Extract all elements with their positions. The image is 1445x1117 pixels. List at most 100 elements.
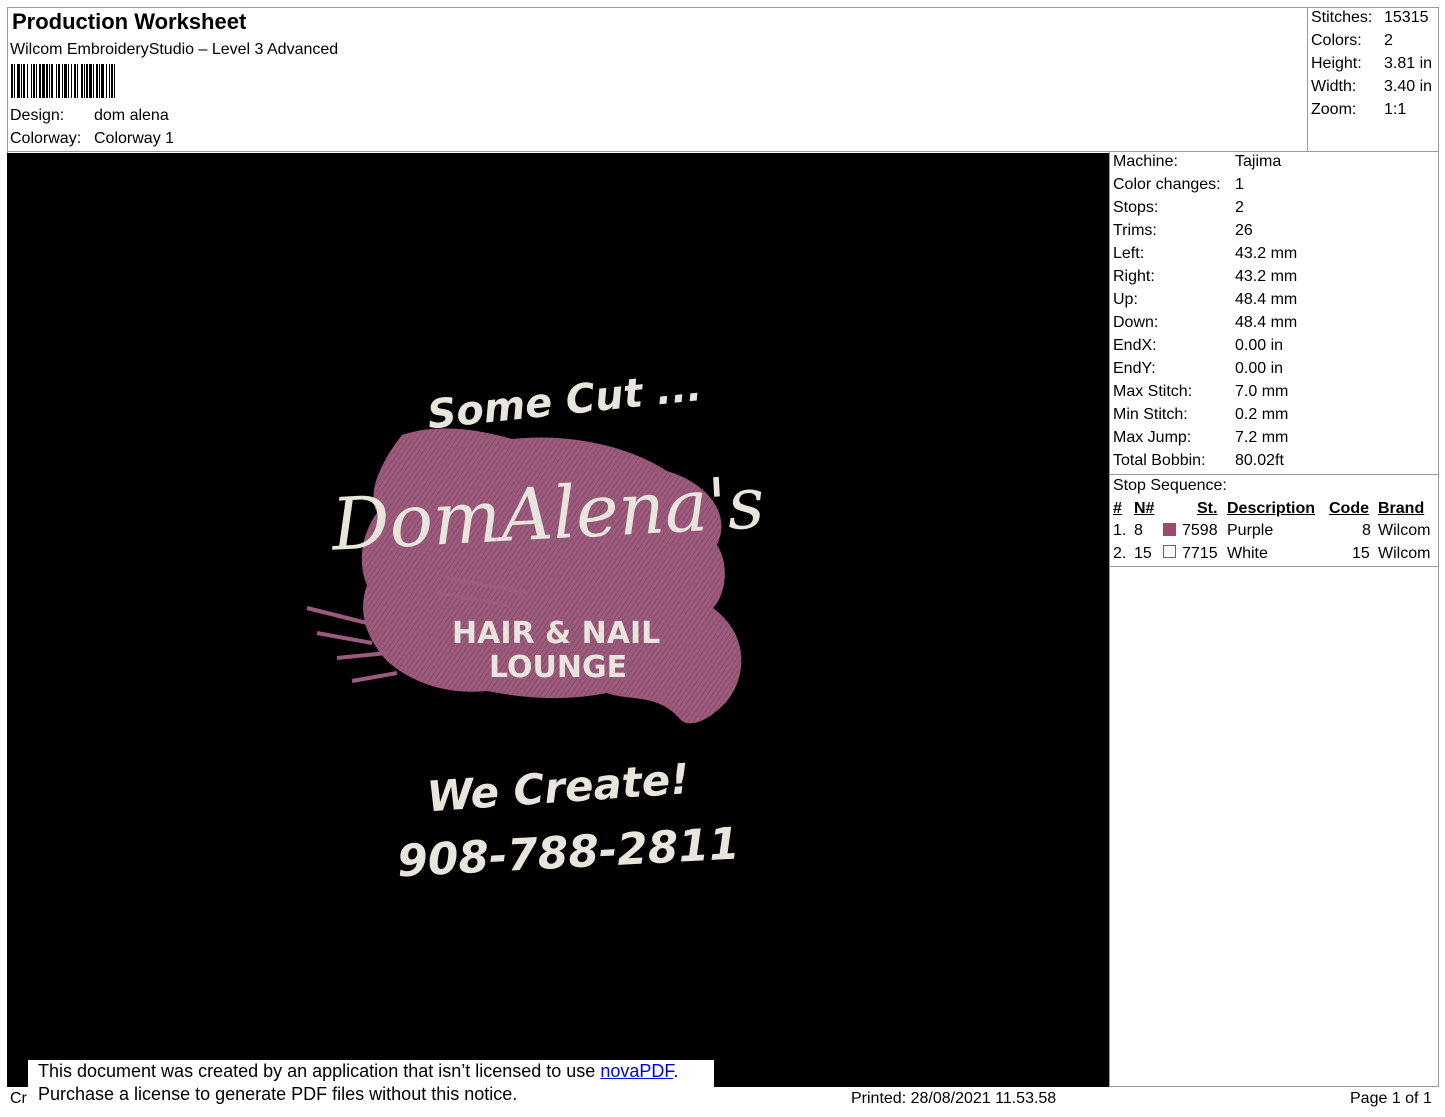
thread-color-swatch (1163, 523, 1176, 536)
machine-info-label: Trims: (1113, 222, 1157, 239)
machine-info-label: EndY: (1113, 360, 1156, 377)
design-preview: Some Cut ... DomAlena's HAIR & NAIL LOUN… (7, 153, 1109, 1087)
summary-stitches-value: 15315 (1384, 9, 1429, 26)
stop-row-st: 7715 (1182, 545, 1218, 562)
barcode-bar (86, 64, 88, 98)
machine-info-label: Left: (1113, 245, 1145, 262)
machine-info-value: 7.2 mm (1235, 429, 1289, 446)
barcode-bar (58, 64, 60, 98)
summary-width-label: Width: (1311, 78, 1357, 95)
summary-colors-label: Colors: (1311, 32, 1362, 49)
stop-row-n: 15 (1134, 545, 1152, 562)
summary-zoom-value: 1:1 (1384, 101, 1407, 118)
text-hair-nail: HAIR & NAIL (452, 616, 660, 651)
stops-divider (1109, 566, 1439, 567)
design-label: Design: (10, 107, 65, 124)
notice-prefix: This document was created by an applicat… (38, 1061, 601, 1081)
machine-info-value: 0.00 in (1235, 337, 1284, 354)
barcode-bar (51, 64, 53, 98)
barcode-bar (106, 64, 107, 98)
summary-height-value: 3.81 in (1384, 55, 1433, 72)
stop-row-num: 1. (1113, 522, 1127, 539)
design-value: dom alena (94, 107, 169, 124)
text-phone: 908-788-2811 (396, 818, 741, 887)
machine-info-value: 43.2 mm (1235, 268, 1298, 285)
machine-info-label: Color changes: (1113, 176, 1221, 193)
barcode-image (11, 64, 115, 98)
barcode-bar (101, 64, 104, 98)
frame-right (1438, 7, 1439, 1087)
notice-line-1: This document was created by an applicat… (28, 1060, 714, 1083)
col-description: Description (1227, 500, 1316, 517)
header-divider (7, 151, 1439, 152)
stop-row-brand: Wilcom (1378, 522, 1431, 539)
barcode-bar (62, 64, 63, 98)
machine-info-value: 26 (1235, 222, 1253, 239)
app-subtitle: Wilcom EmbroideryStudio – Level 3 Advanc… (10, 41, 339, 58)
col-n: N# (1134, 500, 1155, 517)
barcode-bar (31, 64, 32, 98)
novapdf-link[interactable]: novaPDF (600, 1061, 673, 1081)
barcode-bar (114, 64, 115, 98)
barcode-bar (21, 64, 22, 98)
barcode-bar (68, 64, 69, 98)
license-notice: This document was created by an applicat… (28, 1060, 714, 1117)
barcode-bar (42, 64, 45, 98)
barcode-bar (77, 64, 78, 98)
barcode-bar (39, 64, 41, 98)
page-number: Page 1 of 1 (1350, 1090, 1432, 1107)
barcode-bar (96, 64, 98, 98)
machine-info-label: Machine: (1113, 153, 1178, 170)
barcode-bar (111, 64, 113, 98)
barcode-bar (84, 64, 85, 98)
stop-row-num: 2. (1113, 545, 1127, 562)
summary-stitches-label: Stitches: (1311, 9, 1373, 26)
machine-info-label: Max Jump: (1113, 429, 1192, 446)
machine-info-label: Down: (1113, 314, 1159, 331)
stop-row-brand: Wilcom (1378, 545, 1431, 562)
text-lounge: LOUNGE (489, 650, 627, 685)
thread-color-swatch (1163, 545, 1176, 558)
text-some-cut: Some Cut ... (425, 364, 704, 439)
barcode-bar (27, 64, 28, 98)
machine-info-value: 80.02ft (1235, 452, 1284, 469)
machine-info-value: 2 (1235, 199, 1244, 216)
notice-line-2: Purchase a license to generate PDF files… (38, 1084, 518, 1104)
machine-info-value: 48.4 mm (1235, 314, 1298, 331)
stop-sequence-title: Stop Sequence: (1113, 477, 1227, 494)
stop-row-st: 7598 (1182, 522, 1218, 539)
page-title: Production Worksheet (12, 9, 247, 34)
barcode-bar (64, 64, 67, 98)
machine-info-value: 48.4 mm (1235, 291, 1298, 308)
barcode-bar (109, 64, 110, 98)
barcode-bar (23, 64, 25, 98)
barcode-bar (46, 64, 48, 98)
machine-info-label: Min Stitch: (1113, 406, 1188, 423)
stop-row-description: White (1227, 545, 1268, 562)
printed-timestamp: Printed: 28/08/2021 11.53.58 (851, 1090, 1057, 1107)
barcode-bar (11, 64, 13, 98)
barcode-bar (74, 64, 76, 98)
machine-info-value: 7.0 mm (1235, 383, 1289, 400)
embroidery-artwork: Some Cut ... DomAlena's HAIR & NAIL LOUN… (306, 364, 766, 887)
col-code: Code (1329, 500, 1369, 517)
machine-info-label: Max Stitch: (1113, 383, 1193, 400)
summary-divider (1307, 7, 1308, 152)
barcode-bar (49, 64, 50, 98)
machine-info-label: Total Bobbin: (1113, 452, 1206, 469)
col-num: # (1113, 500, 1122, 517)
summary-width-value: 3.40 in (1384, 78, 1433, 95)
stop-row-code: 8 (1362, 522, 1371, 539)
barcode-bar (81, 64, 83, 98)
barcode-bar (36, 64, 37, 98)
stop-row-description: Purple (1227, 522, 1274, 539)
summary-height-label: Height: (1311, 55, 1362, 72)
col-brand: Brand (1378, 500, 1425, 517)
text-we-create: We Create! (425, 754, 691, 821)
stop-row-n: 8 (1134, 522, 1143, 539)
barcode-bar (14, 64, 15, 98)
machine-info-label: Stops: (1113, 199, 1159, 216)
machine-info-label: EndX: (1113, 337, 1157, 354)
barcode-bar (33, 64, 35, 98)
machine-info-value: 0.00 in (1235, 360, 1284, 377)
